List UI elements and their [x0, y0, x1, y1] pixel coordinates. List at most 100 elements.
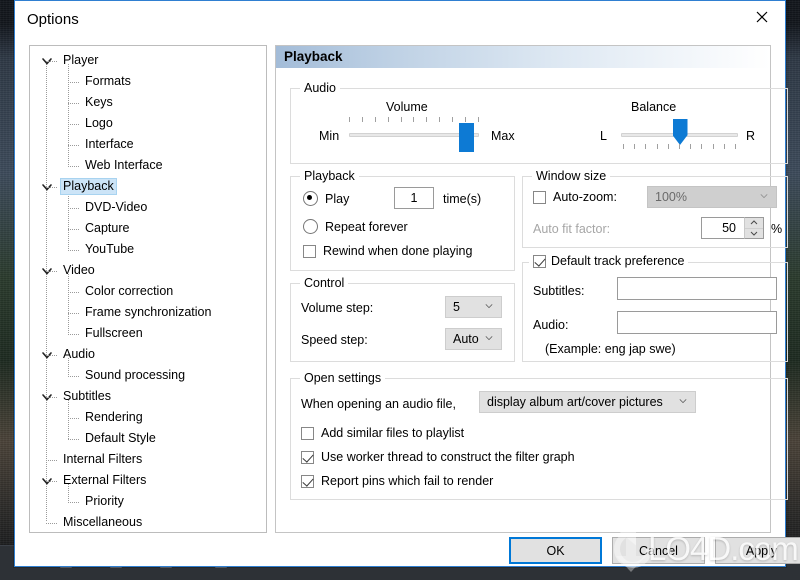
- audio-pref-input[interactable]: [617, 311, 777, 334]
- track-preference-checkbox[interactable]: [533, 254, 546, 268]
- auto-zoom-combo[interactable]: 100%: [647, 186, 777, 208]
- tree-item-youtube[interactable]: YouTube: [30, 239, 266, 260]
- tree-item-internal-filters[interactable]: Internal Filters: [30, 449, 266, 470]
- tree-item-video[interactable]: Video: [30, 260, 266, 281]
- auto-zoom-row[interactable]: Auto-zoom:: [533, 190, 617, 204]
- tree-item-audio[interactable]: Audio: [30, 344, 266, 365]
- rewind-row[interactable]: Rewind when done playing: [303, 244, 472, 258]
- pane-header: Playback: [276, 46, 770, 68]
- tick-mark: [465, 117, 467, 122]
- tree-item-external-filters[interactable]: External Filters: [30, 470, 266, 491]
- cancel-button[interactable]: Cancel: [612, 537, 705, 564]
- tree-item-logo[interactable]: Logo: [30, 113, 266, 134]
- track-preference-label: Default track preference: [551, 254, 685, 268]
- repeat-forever-radio[interactable]: [303, 219, 318, 234]
- report-pins-row[interactable]: Report pins which fail to render: [301, 474, 493, 488]
- tree-item-frame-synchronization[interactable]: Frame synchronization: [30, 302, 266, 323]
- chevron-down-icon: [760, 194, 768, 199]
- volume-step-value: 5: [453, 300, 460, 314]
- settings-tree[interactable]: Player Formats Keys Logo Interface Web Interf…: [29, 45, 267, 533]
- track-preference-group: Default track preference Subtitles: Audi…: [522, 254, 788, 362]
- tree-item-label: Frame synchronization: [85, 305, 212, 319]
- tick-mark: [734, 144, 736, 149]
- tree-item-miscellaneous[interactable]: Miscellaneous: [30, 512, 266, 532]
- tree-item-interface[interactable]: Interface: [30, 134, 266, 155]
- tree-connector-line: [68, 250, 80, 251]
- tree-item-label: Interface: [85, 137, 134, 151]
- tree-item-label: Keys: [85, 95, 113, 109]
- chevron-down-icon: [750, 231, 758, 236]
- auto-fit-input[interactable]: 50: [701, 217, 745, 239]
- tree-item-playback[interactable]: Playback: [30, 176, 266, 197]
- audio-pref-label: Audio:: [533, 318, 569, 332]
- tree-item-web-interface[interactable]: Web Interface: [30, 155, 266, 176]
- add-similar-checkbox[interactable]: [301, 426, 314, 440]
- ok-button-label: OK: [546, 543, 565, 558]
- balance-slider-track[interactable]: [621, 119, 738, 145]
- auto-zoom-value: 100%: [655, 190, 687, 204]
- balance-slider-thumb[interactable]: [672, 119, 688, 145]
- worker-thread-checkbox[interactable]: [301, 450, 314, 464]
- tree-item-label: Video: [63, 263, 95, 277]
- speed-step-combo[interactable]: Auto: [445, 328, 502, 350]
- tree-item-label: YouTube: [85, 242, 135, 256]
- window-size-caption: Window size: [532, 169, 611, 183]
- repeat-forever-row[interactable]: Repeat forever: [303, 219, 408, 234]
- tree-item-color-correction[interactable]: Color correction: [30, 281, 266, 302]
- tree-item-capture[interactable]: Capture: [30, 218, 266, 239]
- tree-item-player[interactable]: Player: [30, 50, 266, 71]
- spinner-down-button[interactable]: [745, 229, 763, 239]
- volume-slider-thumb[interactable]: [458, 123, 474, 152]
- tick-mark: [374, 117, 376, 122]
- tree-connector-line: [68, 376, 80, 377]
- tree-item-priority[interactable]: Priority: [30, 491, 266, 512]
- tree-connector-line: [68, 145, 80, 146]
- speed-step-value: Auto: [453, 332, 479, 346]
- ok-button[interactable]: OK: [509, 537, 602, 564]
- tree-item-rendering[interactable]: Rendering: [30, 407, 266, 428]
- tree-item-default-style[interactable]: Default Style: [30, 428, 266, 449]
- tree-connector-line: [68, 229, 80, 230]
- tick-mark: [361, 117, 363, 122]
- rewind-label: Rewind when done playing: [323, 244, 473, 258]
- tree-item-dvd-video[interactable]: DVD-Video: [30, 197, 266, 218]
- tree-item-label: Rendering: [85, 410, 143, 424]
- when-opening-combo[interactable]: display album art/cover pictures: [479, 391, 696, 413]
- tree-connector-line: [68, 124, 80, 125]
- tree-item-keys[interactable]: Keys: [30, 92, 266, 113]
- worker-thread-row[interactable]: Use worker thread to construct the filte…: [301, 450, 575, 464]
- play-radio[interactable]: [303, 191, 318, 206]
- play-radio-row[interactable]: Play: [303, 191, 349, 206]
- tree-item-subtitles[interactable]: Subtitles: [30, 386, 266, 407]
- volume-min-label: Min: [319, 129, 340, 143]
- volume-step-combo[interactable]: 5: [445, 296, 502, 318]
- tree-item-formats[interactable]: Formats: [30, 71, 266, 92]
- tree-item-label: Fullscreen: [85, 326, 143, 340]
- spinner-up-button[interactable]: [745, 218, 763, 229]
- tree-item-label: Subtitles: [63, 389, 111, 403]
- tree-item-label: Player: [63, 53, 99, 67]
- tree-connector-line: [46, 523, 57, 524]
- tree-item-label: Priority: [85, 494, 124, 508]
- rewind-checkbox[interactable]: [303, 244, 316, 258]
- window-size-group: Window size Auto-zoom: 100% Auto fit fac…: [522, 169, 788, 248]
- balance-right-label: R: [746, 129, 756, 143]
- apply-button[interactable]: Apply: [715, 537, 800, 564]
- volume-slider-track[interactable]: [349, 123, 479, 152]
- balance-label: Balance: [631, 100, 677, 114]
- chevron-down-icon: [485, 336, 493, 341]
- tree-connector-line: [46, 355, 57, 356]
- report-pins-checkbox[interactable]: [301, 474, 314, 488]
- subtitles-input[interactable]: [617, 277, 777, 300]
- auto-fit-spinner[interactable]: [744, 217, 764, 239]
- auto-zoom-checkbox[interactable]: [533, 190, 546, 204]
- auto-fit-label: Auto fit factor:: [533, 222, 611, 236]
- close-button[interactable]: [739, 1, 785, 32]
- add-similar-row[interactable]: Add similar files to playlist: [301, 426, 464, 440]
- tree-item-sound-processing[interactable]: Sound processing: [30, 365, 266, 386]
- play-times-input[interactable]: 1: [394, 187, 434, 209]
- tree-item-fullscreen[interactable]: Fullscreen: [30, 323, 266, 344]
- tick-mark: [690, 144, 692, 149]
- track-preference-caption-row[interactable]: Default track preference: [529, 254, 689, 268]
- tree-item-label: External Filters: [63, 473, 147, 487]
